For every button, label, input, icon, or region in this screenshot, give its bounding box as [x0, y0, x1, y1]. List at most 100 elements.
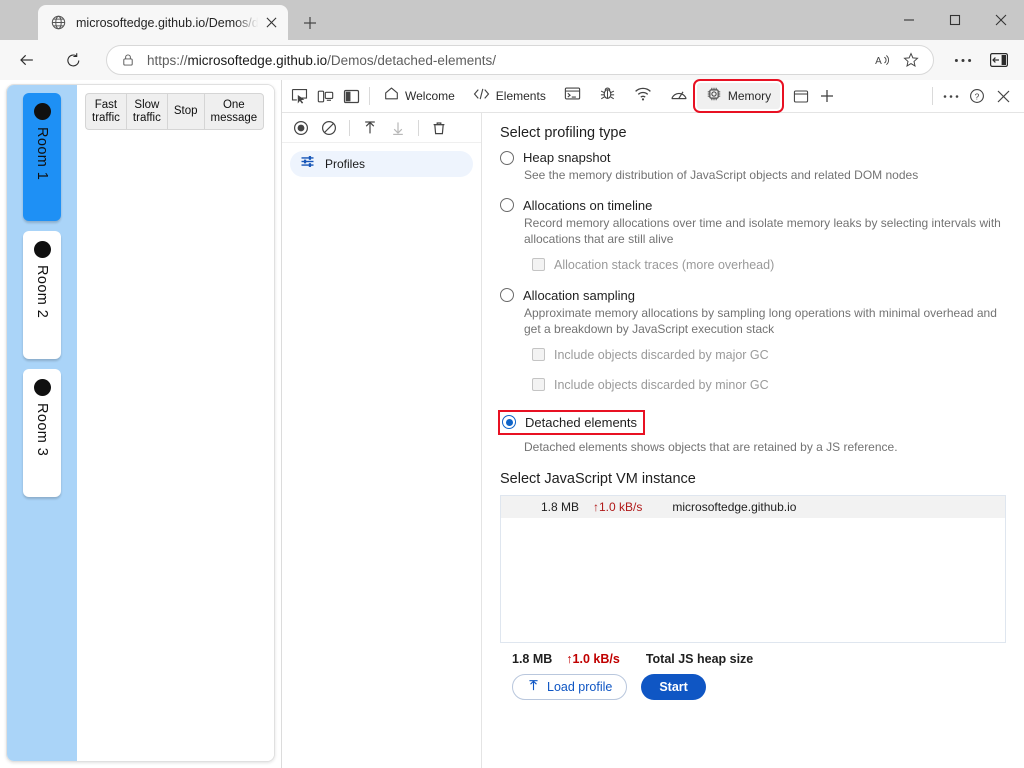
radio-allocation-sampling[interactable] — [500, 288, 514, 303]
window-close-button[interactable] — [978, 0, 1024, 40]
web-page-content: Room 1 Room 2 Room 3 Fast traffic Slow t… — [0, 80, 281, 768]
start-button[interactable]: Start — [641, 674, 706, 701]
option-allocations-on-timeline[interactable]: Allocations on timeline — [500, 198, 1006, 213]
delete-icon[interactable] — [426, 115, 452, 141]
btn-line-1: Slow — [134, 99, 160, 111]
room-tab-3[interactable]: Room 3 — [23, 369, 61, 497]
slow-traffic-button[interactable]: Slow traffic — [125, 93, 167, 131]
maximize-button[interactable] — [932, 0, 978, 40]
url-path: /Demos/detached-elements/ — [327, 52, 496, 68]
add-tab-plus-icon[interactable] — [814, 83, 840, 109]
checkbox-minor-gc[interactable] — [532, 378, 545, 392]
sidebar-toolbar-divider-2 — [418, 119, 419, 136]
total-heap-rate: ↑1.0 kB/s — [566, 652, 620, 667]
stop-button[interactable]: Stop — [166, 93, 204, 131]
memory-sidebar-toolbar — [282, 113, 481, 143]
tab-close-icon[interactable] — [260, 12, 282, 34]
checkbox-minor-gc-row[interactable]: Include objects discarded by minor GC — [532, 378, 1006, 392]
checkbox-major-gc-row[interactable]: Include objects discarded by major GC — [532, 348, 1006, 362]
devtools-panel: Welcome Elements Memory ? Profiles Selec… — [281, 79, 1024, 768]
room-tab-label: Room 2 — [34, 265, 50, 319]
total-heap-size-value: 1.8 MB — [512, 652, 553, 667]
inspect-element-icon[interactable] — [286, 83, 312, 109]
read-aloud-icon[interactable]: A — [869, 46, 897, 74]
address-bar[interactable]: https://microsoftedge.github.io/Demos/de… — [106, 45, 934, 75]
profiling-type-title: Select profiling type — [500, 125, 627, 141]
room-tab-2[interactable]: Room 2 — [23, 231, 61, 359]
tab-memory[interactable]: Memory — [692, 79, 785, 113]
browser-window: microsoftedge.github.io/Demos/d https://… — [0, 0, 1024, 768]
device-emulation-icon[interactable] — [312, 83, 338, 109]
tab-welcome[interactable]: Welcome — [375, 83, 464, 109]
radio-heap-snapshot[interactable] — [500, 150, 514, 165]
profiles-label: Profiles — [325, 157, 366, 171]
fast-traffic-button[interactable]: Fast traffic — [85, 93, 126, 131]
checkbox-major-gc[interactable] — [532, 348, 545, 362]
devtools-tabbar: Welcome Elements Memory ? — [282, 79, 1024, 113]
navbar-right-actions — [942, 45, 1024, 75]
tab-sources[interactable] — [590, 83, 625, 109]
tab-console[interactable] — [555, 83, 590, 109]
sources-bug-icon — [599, 85, 616, 107]
one-message-button[interactable]: One message — [203, 93, 265, 131]
load-profile-button[interactable]: Load profile — [512, 674, 628, 701]
globe-icon — [50, 14, 67, 31]
tab-memory-label: Memory — [727, 89, 772, 103]
back-arrow-icon[interactable] — [12, 45, 42, 75]
star-icon[interactable] — [897, 46, 925, 74]
start-label: Start — [659, 680, 688, 695]
option-description: Detached elements shows objects that are… — [524, 439, 898, 454]
tab-welcome-label: Welcome — [405, 89, 455, 103]
option-allocation-sampling[interactable]: Allocation sampling — [500, 288, 1006, 303]
room-status-dot — [33, 241, 51, 258]
tab-elements[interactable]: Elements — [464, 83, 555, 109]
lock-icon — [119, 53, 137, 67]
filters-icon — [300, 154, 315, 174]
vm-rate: ↑1.0 kB/s — [593, 500, 643, 515]
memory-chip-icon — [706, 86, 722, 107]
upload-arrow-icon — [527, 679, 540, 695]
devtools-close-icon[interactable] — [990, 83, 1016, 109]
memory-main-panel: Select profiling type Heap snapshot See … — [482, 113, 1024, 768]
tab-network[interactable] — [625, 83, 661, 109]
panel-icon[interactable] — [788, 83, 814, 109]
console-icon — [564, 86, 581, 106]
window-controls — [886, 0, 1024, 40]
save-profile-icon[interactable] — [385, 115, 411, 141]
vm-instance-row[interactable]: 1.8 MB ↑1.0 kB/s microsoftedge.github.io — [501, 496, 1005, 519]
new-tab-button[interactable] — [296, 9, 324, 37]
option-label: Heap snapshot — [523, 150, 611, 165]
btn-line-1: One — [222, 99, 245, 111]
clear-icon[interactable] — [316, 115, 342, 141]
checkbox-allocation-stack-traces-row[interactable]: Allocation stack traces (more overhead) — [532, 258, 1006, 272]
record-icon[interactable] — [288, 115, 314, 141]
code-brackets-icon — [473, 87, 490, 106]
minimize-button[interactable] — [886, 0, 932, 40]
svg-text:A: A — [875, 55, 882, 66]
radio-detached-elements[interactable] — [502, 415, 516, 430]
reload-icon[interactable] — [58, 45, 88, 75]
memory-action-row: Load profile Start — [512, 674, 1006, 701]
option-heap-snapshot[interactable]: Heap snapshot — [500, 150, 1006, 165]
tab-title: microsoftedge.github.io/Demos/d — [76, 15, 259, 30]
load-profile-icon[interactable] — [357, 115, 383, 141]
rooms-rail: Room 1 Room 2 Room 3 — [7, 85, 77, 761]
performance-gauge-icon — [670, 87, 688, 106]
browser-tab[interactable]: microsoftedge.github.io/Demos/d — [38, 5, 288, 40]
dock-side-icon[interactable] — [338, 83, 364, 109]
tab-performance[interactable] — [661, 83, 697, 109]
profiles-list-item[interactable]: Profiles — [290, 151, 473, 177]
checkbox-allocation-stack-traces[interactable] — [532, 258, 545, 272]
total-heap-summary: 1.8 MB ↑1.0 kB/s Total JS heap size — [512, 652, 1006, 666]
vm-instance-list[interactable]: 1.8 MB ↑1.0 kB/s microsoftedge.github.io — [500, 495, 1006, 644]
traffic-controls: Fast traffic Slow traffic Stop One message — [85, 93, 274, 131]
radio-allocations-on-timeline[interactable] — [500, 198, 514, 213]
ellipsis-icon[interactable] — [948, 45, 978, 75]
question-circle-icon[interactable]: ? — [964, 83, 990, 109]
customize-ellipsis-icon[interactable] — [938, 83, 964, 109]
tab-elements-label: Elements — [495, 89, 546, 103]
option-detached-elements[interactable]: Detached elements — [497, 409, 646, 435]
room-tab-1[interactable]: Room 1 — [23, 93, 61, 221]
sidebar-icon[interactable] — [984, 45, 1014, 75]
room-message-pane: Fast traffic Slow traffic Stop One message — [77, 85, 274, 761]
